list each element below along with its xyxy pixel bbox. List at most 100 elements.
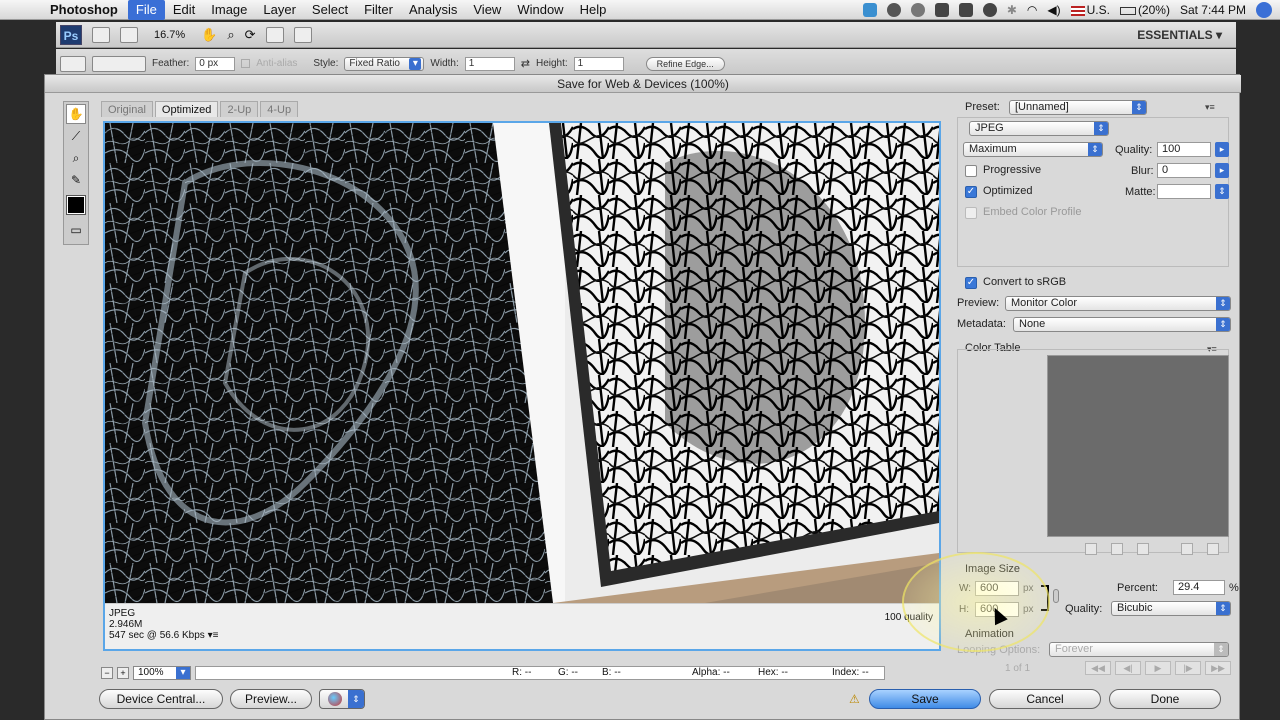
tab-optimized[interactable]: Optimized bbox=[154, 101, 219, 117]
slice-select-tool-icon[interactable]: ⟋ bbox=[66, 126, 86, 146]
next-frame-button[interactable]: |▶ bbox=[1175, 661, 1201, 675]
last-frame-button[interactable]: ▶▶ bbox=[1205, 661, 1231, 675]
view-extras-icon[interactable] bbox=[120, 26, 138, 43]
refresh-icon[interactable] bbox=[910, 3, 925, 17]
rotate-view-icon[interactable]: ⟳ bbox=[245, 27, 256, 43]
grid-icon[interactable] bbox=[934, 3, 949, 17]
map-transparency-icon[interactable] bbox=[1085, 543, 1097, 555]
clock[interactable]: Sat 7:44 PM bbox=[1180, 3, 1246, 17]
sync-icon[interactable] bbox=[862, 3, 877, 17]
compression-select[interactable]: Maximum bbox=[963, 142, 1103, 157]
battery-status[interactable]: (20%) bbox=[1119, 3, 1170, 17]
done-button[interactable]: Done bbox=[1109, 689, 1221, 709]
previous-frame-button[interactable]: ◀| bbox=[1115, 661, 1141, 675]
menu-image[interactable]: Image bbox=[203, 0, 255, 20]
file-format-select[interactable]: JPEG bbox=[969, 121, 1109, 136]
eyedropper-tool-icon[interactable]: ✎ bbox=[66, 170, 86, 190]
optimized-label: Optimized bbox=[983, 185, 1033, 197]
web-shift-icon[interactable] bbox=[1111, 543, 1123, 555]
save-button[interactable]: Save bbox=[869, 689, 981, 709]
zoom-level[interactable]: 16.7% bbox=[148, 29, 191, 41]
bluetooth-icon[interactable]: ✱ bbox=[1007, 3, 1017, 17]
artwork-preview-image[interactable] bbox=[105, 123, 939, 603]
blur-input[interactable]: 0 bbox=[1157, 163, 1211, 178]
chain-icon[interactable] bbox=[1053, 589, 1059, 603]
tab-2-up[interactable]: 2-Up bbox=[220, 101, 259, 117]
height-input[interactable]: 1 bbox=[573, 56, 624, 71]
blur-slider-toggle-icon[interactable]: ▸ bbox=[1215, 163, 1229, 178]
embed-color-profile-checkbox[interactable] bbox=[965, 207, 977, 219]
menu-view[interactable]: View bbox=[465, 0, 509, 20]
metadata-select[interactable]: None bbox=[1013, 317, 1231, 332]
app-menu[interactable]: Photoshop bbox=[40, 2, 128, 17]
arrange-documents-icon[interactable] bbox=[265, 26, 284, 43]
preset-select[interactable]: [Unnamed] bbox=[1009, 100, 1147, 115]
locale-indicator[interactable]: U.S. bbox=[1070, 3, 1110, 17]
bridge-icon[interactable] bbox=[92, 26, 110, 43]
zoom-tool-icon[interactable]: ⌕ bbox=[66, 148, 86, 168]
menu-layer[interactable]: Layer bbox=[255, 0, 304, 20]
workspace-switcher[interactable]: ESSENTIALS ▾ bbox=[1137, 28, 1222, 42]
cancel-button[interactable]: Cancel bbox=[989, 689, 1101, 709]
style-select[interactable]: Fixed Ratio bbox=[344, 56, 425, 71]
clock-icon[interactable] bbox=[982, 3, 997, 17]
preview-in-browser-button[interactable]: ⇕ bbox=[319, 689, 365, 709]
matte-input[interactable] bbox=[1157, 184, 1211, 199]
zoom-tool-icon[interactable]: ⌕ bbox=[227, 27, 234, 43]
marquee-tool-preset-icon[interactable] bbox=[60, 55, 86, 72]
screen-mode-icon[interactable] bbox=[293, 26, 312, 43]
menu-help[interactable]: Help bbox=[572, 0, 615, 20]
menu-select[interactable]: Select bbox=[304, 0, 356, 20]
looping-options-select[interactable]: Forever bbox=[1049, 642, 1229, 657]
play-button[interactable]: ▶ bbox=[1145, 661, 1171, 675]
zoom-in-button[interactable]: + bbox=[117, 667, 129, 679]
quality-input[interactable]: 100 bbox=[1157, 142, 1211, 157]
optimize-menu-icon[interactable]: ▾≡ bbox=[1205, 103, 1221, 112]
color-table-swatches[interactable] bbox=[1047, 355, 1229, 537]
quality-slider-toggle-icon[interactable]: ▸ bbox=[1215, 142, 1229, 157]
gear-icon[interactable] bbox=[886, 3, 901, 17]
eyedropper-color-swatch[interactable] bbox=[66, 195, 86, 215]
delete-color-icon[interactable] bbox=[1207, 543, 1219, 555]
feather-input[interactable]: 0 px bbox=[195, 56, 236, 71]
refine-edge-button[interactable]: Refine Edge... bbox=[645, 56, 725, 71]
browser-menu-arrow-icon[interactable]: ⇕ bbox=[348, 690, 364, 708]
zoom-out-button[interactable]: − bbox=[101, 667, 113, 679]
new-color-icon[interactable] bbox=[1181, 543, 1193, 555]
lock-color-icon[interactable] bbox=[1137, 543, 1149, 555]
menu-file[interactable]: File bbox=[127, 0, 165, 20]
toggle-slices-icon[interactable]: ▭ bbox=[66, 220, 86, 240]
hand-tool-icon[interactable]: ✋ bbox=[201, 27, 217, 43]
download-speed-menu-icon[interactable]: ▾≡ bbox=[208, 630, 219, 641]
tab-original[interactable]: Original bbox=[101, 101, 153, 117]
menu-analysis[interactable]: Analysis bbox=[401, 0, 465, 20]
volume-icon[interactable]: ◀) bbox=[1047, 3, 1060, 17]
menu-edit[interactable]: Edit bbox=[165, 0, 203, 20]
convert-srgb-checkbox[interactable]: ✓ bbox=[965, 277, 977, 289]
first-frame-button[interactable]: ◀◀ bbox=[1085, 661, 1111, 675]
constrain-proportions-link-icon[interactable] bbox=[1041, 585, 1049, 611]
hand-tool-icon[interactable]: ✋ bbox=[66, 104, 86, 124]
selection-mode-icon[interactable] bbox=[92, 55, 146, 72]
antialias-checkbox[interactable] bbox=[241, 59, 251, 68]
progressive-checkbox[interactable] bbox=[965, 165, 977, 177]
preview-select[interactable]: Monitor Color bbox=[1005, 296, 1231, 311]
info-icon[interactable] bbox=[958, 3, 973, 17]
preview-button[interactable]: Preview... bbox=[230, 689, 312, 709]
matte-color-menu-icon[interactable]: ⇕ bbox=[1215, 184, 1229, 199]
optimized-checkbox[interactable]: ✓ bbox=[965, 186, 977, 198]
percent-input[interactable]: 29.4 bbox=[1173, 580, 1225, 595]
resample-quality-select[interactable]: Bicubic bbox=[1111, 601, 1231, 616]
optimized-preview-pane[interactable]: JPEG 2.946M 547 sec @ 56.6 Kbps ▾≡ 100 q… bbox=[103, 121, 941, 651]
image-width-input[interactable]: 600 bbox=[975, 581, 1019, 596]
spotlight-icon[interactable] bbox=[1256, 2, 1272, 18]
device-central-button[interactable]: Device Central... bbox=[99, 689, 223, 709]
tab-4-up[interactable]: 4-Up bbox=[260, 101, 299, 117]
width-input[interactable]: 1 bbox=[464, 56, 515, 71]
menu-filter[interactable]: Filter bbox=[356, 0, 401, 20]
wifi-icon[interactable]: ◠ bbox=[1027, 3, 1037, 17]
zoom-level-select[interactable]: 100% bbox=[133, 666, 191, 680]
menu-window[interactable]: Window bbox=[509, 0, 571, 20]
swap-icon[interactable]: ⇄ bbox=[521, 57, 530, 70]
width-label: Width: bbox=[430, 58, 459, 69]
